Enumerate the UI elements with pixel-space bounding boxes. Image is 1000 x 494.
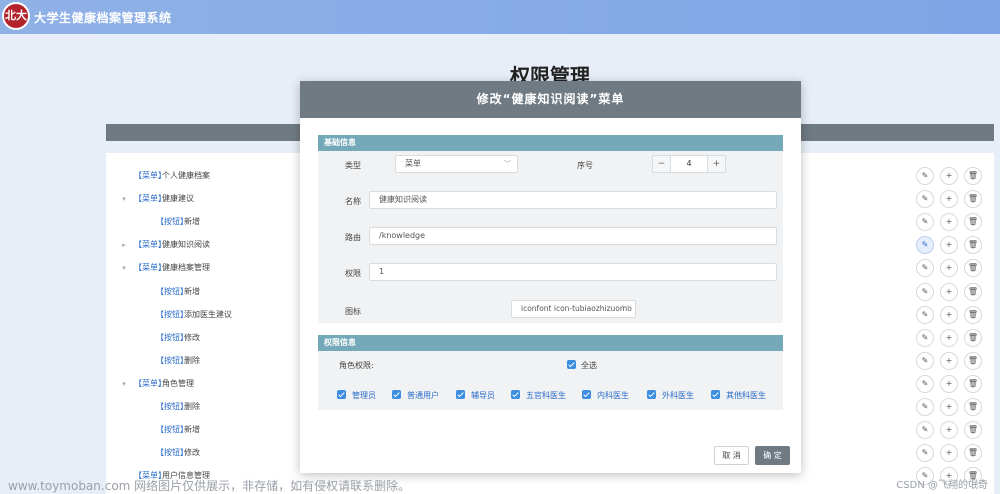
permission-label: 权限 <box>345 269 361 278</box>
icon-select-value: iconfont icon-tubiaozhizuomo <box>521 304 632 313</box>
role-label: 内科医生 <box>597 391 629 400</box>
permission-input[interactable]: 1 <box>369 263 777 281</box>
cancel-button[interactable]: 取 消 <box>714 446 749 465</box>
order-label: 序号 <box>577 161 593 170</box>
role-label: 辅导员 <box>471 391 495 400</box>
role-label: 普通用户 <box>407 391 439 400</box>
icon-select[interactable]: iconfont icon-tubiaozhizuomo ﹀ <box>511 300 636 318</box>
type-select[interactable]: 菜单 ﹀ <box>395 155 518 173</box>
csdn-watermark: CSDN @飞翔的氓奇 <box>896 480 988 491</box>
order-stepper[interactable]: − 4 + <box>652 155 726 173</box>
basic-info-body: 类型 菜单 ﹀ 序号 − 4 + 名称 健康知识阅读 路由 /knowledge… <box>318 151 783 323</box>
role-label: 其他科医生 <box>726 391 766 400</box>
role-label: 五官科医生 <box>526 391 566 400</box>
type-select-value: 菜单 <box>405 159 421 168</box>
role-checkbox[interactable] <box>392 390 401 399</box>
role-checkbox[interactable] <box>711 390 720 399</box>
role-checkbox[interactable] <box>456 390 465 399</box>
watermark-text: www.toymoban.com 网络图片仅供展示，非存储，如有侵权请联系删除。 <box>8 479 411 493</box>
role-checkbox[interactable] <box>337 390 346 399</box>
route-label: 路由 <box>345 233 361 242</box>
dialog-title: 修改“健康知识阅读”菜单 <box>300 81 801 118</box>
role-permission-label: 角色权限: <box>339 361 374 370</box>
role-label: 管理员 <box>352 391 376 400</box>
icon-label: 图标 <box>345 307 361 316</box>
select-all-checkbox[interactable] <box>567 360 576 369</box>
edit-menu-dialog: 修改“健康知识阅读”菜单 基础信息 类型 菜单 ﹀ 序号 − 4 + 名称 健康… <box>300 81 801 473</box>
chevron-down-icon: ﹀ <box>622 305 629 313</box>
type-label: 类型 <box>345 161 361 170</box>
role-checkbox[interactable] <box>582 390 591 399</box>
permission-info-body: 角色权限: 全选 管理员 普通用户 辅导员 五官科医生 内科医生 外科医生 其他科医生 <box>318 351 783 410</box>
decrement-button[interactable]: − <box>653 156 671 172</box>
chevron-down-icon: ﹀ <box>504 160 511 168</box>
basic-info-header: 基础信息 <box>318 135 783 151</box>
role-checkbox[interactable] <box>647 390 656 399</box>
name-input[interactable]: 健康知识阅读 <box>369 191 777 209</box>
increment-button[interactable]: + <box>707 156 725 172</box>
role-label: 外科医生 <box>662 391 694 400</box>
permission-info-header: 权限信息 <box>318 335 783 351</box>
select-all-label: 全选 <box>581 361 597 370</box>
role-checkbox[interactable] <box>511 390 520 399</box>
confirm-button[interactable]: 确 定 <box>755 446 790 465</box>
route-input[interactable]: /knowledge <box>369 227 777 245</box>
order-value[interactable]: 4 <box>671 156 707 172</box>
name-label: 名称 <box>345 197 361 206</box>
